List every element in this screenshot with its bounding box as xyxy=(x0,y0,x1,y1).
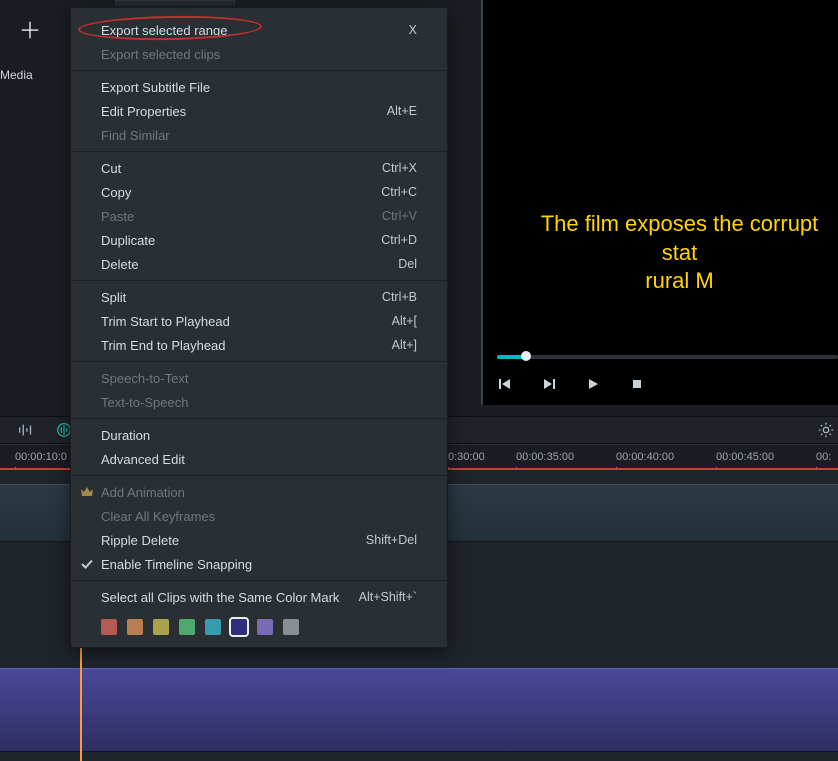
menu-item-label: Speech-to-Text xyxy=(101,371,417,386)
subtitle-line-2: rural M xyxy=(645,268,713,293)
menu-item-shortcut: Ctrl+C xyxy=(381,185,417,199)
menu-item-select-all-clips-with-the-same-color-mark[interactable]: Select all Clips with the Same Color Mar… xyxy=(71,585,447,609)
play-button[interactable] xyxy=(585,376,601,392)
color-swatch[interactable] xyxy=(257,619,273,635)
panel-edge-fragment xyxy=(115,0,235,6)
menu-item-clear-all-keyframes: Clear All Keyframes xyxy=(71,504,447,528)
menu-item-shortcut: Ctrl+V xyxy=(382,209,417,223)
menu-item-add-animation: Add Animation xyxy=(71,480,447,504)
menu-item-label: Find Similar xyxy=(101,128,417,143)
menu-item-copy[interactable]: CopyCtrl+C xyxy=(71,180,447,204)
menu-item-find-similar: Find Similar xyxy=(71,123,447,147)
preview-subtitle: The film exposes the corrupt stat rural … xyxy=(483,210,838,306)
color-swatch[interactable] xyxy=(101,619,117,635)
menu-item-export-selected-clips: Export selected clips xyxy=(71,42,447,66)
ruler-tick: 00:00:45:00 xyxy=(716,451,774,463)
menu-item-label: Clear All Keyframes xyxy=(101,509,417,524)
tab-media[interactable]: Media xyxy=(0,68,33,82)
ruler-tick: 00: xyxy=(816,451,831,463)
menu-item-shortcut: Del xyxy=(398,257,417,271)
color-swatch[interactable] xyxy=(283,619,299,635)
preview-frame: The film exposes the corrupt stat rural … xyxy=(483,0,838,326)
menu-item-trim-end-to-playhead[interactable]: Trim End to PlayheadAlt+] xyxy=(71,333,447,357)
check-icon xyxy=(79,556,95,572)
menu-item-label: Trim Start to Playhead xyxy=(101,314,392,329)
menu-item-label: Add Animation xyxy=(101,485,417,500)
prev-frame-button[interactable] xyxy=(497,376,513,392)
menu-item-label: Advanced Edit xyxy=(101,452,417,467)
menu-item-text-to-speech: Text-to-Speech xyxy=(71,390,447,414)
color-mark-row xyxy=(71,613,447,641)
menu-item-export-selected-range[interactable]: Export selected rangeX xyxy=(71,18,447,42)
menu-item-label: Cut xyxy=(101,161,382,176)
menu-item-label: Duplicate xyxy=(101,233,381,248)
ruler-tick: 00:00:40:00 xyxy=(616,451,674,463)
menu-item-trim-start-to-playhead[interactable]: Trim Start to PlayheadAlt+[ xyxy=(71,309,447,333)
preview-panel: The film exposes the corrupt stat rural … xyxy=(481,0,838,405)
settings-icon[interactable] xyxy=(814,418,838,442)
ruler-tick: 00:00:35:00 xyxy=(516,451,574,463)
preview-scrubber[interactable] xyxy=(497,350,838,364)
menu-item-label: Edit Properties xyxy=(101,104,387,119)
menu-item-label: Paste xyxy=(101,209,382,224)
menu-item-label: Export selected range xyxy=(101,23,409,38)
color-swatch[interactable] xyxy=(127,619,143,635)
menu-item-duration[interactable]: Duration xyxy=(71,423,447,447)
menu-item-edit-properties[interactable]: Edit PropertiesAlt+E xyxy=(71,99,447,123)
transport-controls xyxy=(497,376,645,392)
menu-item-paste: PasteCtrl+V xyxy=(71,204,447,228)
menu-item-shortcut: Alt+[ xyxy=(392,314,417,328)
menu-item-shortcut: X xyxy=(409,23,417,37)
menu-item-label: Export selected clips xyxy=(101,47,417,62)
menu-item-label: Delete xyxy=(101,257,398,272)
color-swatch[interactable] xyxy=(179,619,195,635)
menu-item-shortcut: Alt+] xyxy=(392,338,417,352)
stop-button[interactable] xyxy=(629,376,645,392)
menu-item-shortcut: Ctrl+D xyxy=(381,233,417,247)
menu-item-cut[interactable]: CutCtrl+X xyxy=(71,156,447,180)
menu-item-shortcut: Alt+Shift+` xyxy=(359,590,417,604)
menu-item-shortcut: Ctrl+B xyxy=(382,290,417,304)
color-swatch[interactable] xyxy=(231,619,247,635)
add-button[interactable] xyxy=(16,16,44,44)
menu-item-label: Trim End to Playhead xyxy=(101,338,392,353)
menu-item-label: Duration xyxy=(101,428,417,443)
color-swatch[interactable] xyxy=(153,619,169,635)
menu-item-label: Ripple Delete xyxy=(101,533,366,548)
menu-item-label: Copy xyxy=(101,185,381,200)
scrubber-track[interactable] xyxy=(497,355,838,359)
menu-item-advanced-edit[interactable]: Advanced Edit xyxy=(71,447,447,471)
menu-item-ripple-delete[interactable]: Ripple DeleteShift+Del xyxy=(71,528,447,552)
menu-item-shortcut: Shift+Del xyxy=(366,533,417,547)
menu-item-label: Text-to-Speech xyxy=(101,395,417,410)
context-menu: Export selected rangeX Export selected cl… xyxy=(70,7,448,648)
menu-item-label: Enable Timeline Snapping xyxy=(101,557,417,572)
ruler-tick: 0:30:00 xyxy=(448,451,485,463)
menu-item-shortcut: Alt+E xyxy=(387,104,417,118)
video-track-clip[interactable] xyxy=(0,668,838,752)
ruler-tick: 00:00:10:0 xyxy=(15,451,67,463)
menu-item-enable-timeline-snapping[interactable]: Enable Timeline Snapping xyxy=(71,552,447,576)
menu-item-speech-to-text: Speech-to-Text xyxy=(71,366,447,390)
menu-item-split[interactable]: SplitCtrl+B xyxy=(71,285,447,309)
waveform-icon[interactable] xyxy=(14,418,38,442)
scrubber-thumb[interactable] xyxy=(521,351,531,361)
menu-item-label: Split xyxy=(101,290,382,305)
menu-item-label: Select all Clips with the Same Color Mar… xyxy=(101,590,359,605)
menu-item-export-subtitle-file[interactable]: Export Subtitle File xyxy=(71,75,447,99)
menu-item-duplicate[interactable]: DuplicateCtrl+D xyxy=(71,228,447,252)
subtitle-line-1: The film exposes the corrupt stat xyxy=(541,211,819,265)
menu-item-delete[interactable]: DeleteDel xyxy=(71,252,447,276)
crown-icon xyxy=(79,484,95,500)
menu-item-label: Export Subtitle File xyxy=(101,80,417,95)
color-swatch[interactable] xyxy=(205,619,221,635)
next-frame-button[interactable] xyxy=(541,376,557,392)
menu-item-shortcut: Ctrl+X xyxy=(382,161,417,175)
